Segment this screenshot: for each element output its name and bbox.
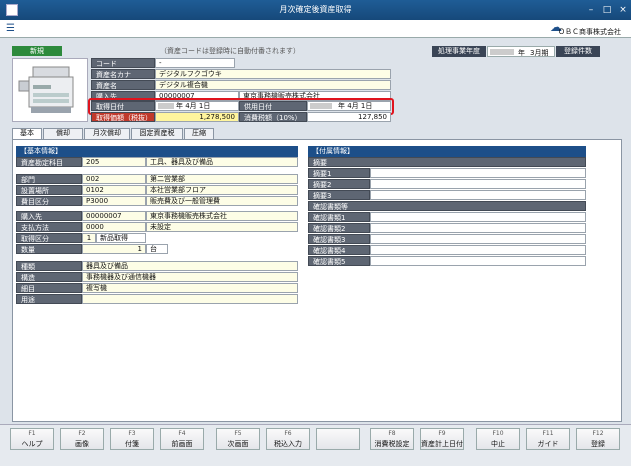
dept-name: 第二営業部 bbox=[146, 174, 298, 184]
qty-field[interactable]: 1 bbox=[82, 244, 146, 254]
payment-code[interactable]: 0000 bbox=[82, 222, 146, 232]
docs-header: 確認書類等 bbox=[308, 201, 586, 211]
doc-4-field[interactable] bbox=[370, 245, 586, 255]
doc-3-label: 確認書類3 bbox=[308, 234, 370, 244]
extra-info-header: 【付属情報】 bbox=[308, 146, 586, 157]
qty-unit: 台 bbox=[146, 244, 168, 254]
supplier-label: 購入先 bbox=[16, 211, 82, 221]
f3-sticky-button[interactable]: F3 付箋 bbox=[110, 428, 154, 450]
f11-guide-button[interactable]: F11 ガイド bbox=[526, 428, 570, 450]
account-code[interactable]: 205 bbox=[82, 157, 146, 167]
maximize-icon[interactable]: □ bbox=[601, 4, 613, 16]
close-icon[interactable]: × bbox=[617, 4, 629, 16]
f1-help-button[interactable]: F1 ヘルプ bbox=[10, 428, 54, 450]
year-suffix: 年 bbox=[518, 49, 525, 57]
memo-2-label: 摘要2 bbox=[308, 179, 370, 189]
f10-cancel-button[interactable]: F10 中止 bbox=[476, 428, 520, 450]
basic-info-header: 【基本情報】 bbox=[16, 146, 298, 157]
expense-name: 販売費及び一般管理費 bbox=[146, 196, 298, 206]
f8-taxset-button[interactable]: F8 消費税設定 bbox=[370, 428, 414, 450]
copier-icon bbox=[18, 66, 74, 113]
count-label: 登録件数 bbox=[556, 46, 600, 57]
tax-label: 消費税額（10%） bbox=[239, 112, 307, 122]
f9-postdate-button[interactable]: F9 資産計上日付 bbox=[420, 428, 464, 450]
kana-label: 資産名カナ bbox=[91, 69, 155, 79]
masked-year bbox=[490, 49, 514, 55]
app-icon bbox=[6, 4, 18, 16]
structure-field[interactable]: 事務機器及び通信機器 bbox=[82, 272, 298, 282]
doc-5-label: 確認書類5 bbox=[308, 256, 370, 266]
asset-image[interactable] bbox=[12, 58, 88, 122]
expense-code[interactable]: P3000 bbox=[82, 196, 146, 206]
expense-label: 費目区分 bbox=[16, 196, 82, 206]
f5-next-button[interactable]: F5 次画面 bbox=[216, 428, 260, 450]
acq-price-field[interactable]: 1,278,500 bbox=[155, 112, 239, 122]
supplier-name: 東京事務機販売株式会社 bbox=[146, 211, 298, 221]
new-badge: 新規 bbox=[12, 46, 62, 56]
location-code[interactable]: 0102 bbox=[82, 185, 146, 195]
kind-label: 種類 bbox=[16, 261, 82, 271]
tab-monthly-depreciation[interactable]: 月次償却 bbox=[84, 128, 130, 139]
payment-label: 支払方法 bbox=[16, 222, 82, 232]
dept-code[interactable]: 002 bbox=[82, 174, 146, 184]
memo-3-label: 摘要3 bbox=[308, 190, 370, 200]
name-label: 資産名 bbox=[91, 80, 155, 90]
usage-label: 用途 bbox=[16, 294, 82, 304]
doc-1-label: 確認書類1 bbox=[308, 212, 370, 222]
fiscal-year-field[interactable]: 年 3月期 bbox=[487, 46, 555, 57]
detail-field[interactable]: 複写機 bbox=[82, 283, 298, 293]
menu-icon[interactable]: ☰ bbox=[6, 23, 15, 34]
qty-label: 数量 bbox=[16, 244, 82, 254]
doc-1-field[interactable] bbox=[370, 212, 586, 222]
usage-field[interactable] bbox=[82, 294, 298, 304]
detail-label: 細目 bbox=[16, 283, 82, 293]
memo-header: 摘要 bbox=[308, 157, 586, 167]
name-field[interactable]: デジタル複合機 bbox=[155, 80, 391, 90]
account-label: 資産勘定科目 bbox=[16, 157, 82, 167]
doc-2-field[interactable] bbox=[370, 223, 586, 233]
structure-label: 構造 bbox=[16, 272, 82, 282]
kana-field[interactable]: デジタルフクゴウキ bbox=[155, 69, 391, 79]
kind-field[interactable]: 器具及び備品 bbox=[82, 261, 298, 271]
tab-compression[interactable]: 圧縮 bbox=[184, 128, 214, 139]
tab-depreciation[interactable]: 償却 bbox=[43, 128, 83, 139]
f12-register-button[interactable]: F12 登録 bbox=[576, 428, 620, 450]
doc-4-label: 確認書類4 bbox=[308, 245, 370, 255]
location-name: 本社営業部フロア bbox=[146, 185, 298, 195]
acq-type-name: 新品取得 bbox=[96, 233, 146, 243]
memo-3-field[interactable] bbox=[370, 190, 586, 200]
code-label: コード bbox=[91, 58, 155, 68]
f2-image-button[interactable]: F2 画像 bbox=[60, 428, 104, 450]
dept-label: 部門 bbox=[16, 174, 82, 184]
doc-2-label: 確認書類2 bbox=[308, 223, 370, 233]
auto-number-note: （資産コードは登録時に自動付番されます） bbox=[160, 47, 300, 55]
header-bar: ☰ ☁ ＯＢＣ商事株式会社 bbox=[0, 20, 631, 38]
acq-type-num[interactable]: 1 bbox=[82, 233, 96, 243]
company-name: ＯＢＣ商事株式会社 bbox=[558, 28, 621, 36]
location-label: 設置場所 bbox=[16, 185, 82, 195]
account-name: 工具、器具及び備品 bbox=[146, 157, 298, 167]
tax-field: 127,850 bbox=[307, 112, 391, 122]
payment-name: 未設定 bbox=[146, 222, 298, 232]
f6-taxin-button[interactable]: F6 税込入力 bbox=[266, 428, 310, 450]
memo-1-label: 摘要1 bbox=[308, 168, 370, 178]
supplier-code[interactable]: 00000007 bbox=[82, 211, 146, 221]
title-bar: 月次確定後資産取得 bbox=[0, 0, 631, 20]
fiscal-month: 3月期 bbox=[530, 49, 549, 57]
fiscal-year-label: 処理事業年度 bbox=[432, 46, 486, 57]
tab-property-tax[interactable]: 固定資産税 bbox=[131, 128, 183, 139]
code-field[interactable]: - bbox=[155, 58, 235, 68]
f7-blank-button[interactable] bbox=[316, 428, 360, 450]
memo-2-field[interactable] bbox=[370, 179, 586, 189]
window-title: 月次確定後資産取得 bbox=[279, 5, 352, 14]
f4-prev-button[interactable]: F4 前画面 bbox=[160, 428, 204, 450]
doc-3-field[interactable] bbox=[370, 234, 586, 244]
acq-type-label: 取得区分 bbox=[16, 233, 82, 243]
acq-price-label: 取得価額（税抜） bbox=[91, 112, 155, 122]
memo-1-field[interactable] bbox=[370, 168, 586, 178]
minimize-icon[interactable]: – bbox=[585, 4, 597, 16]
doc-5-field[interactable] bbox=[370, 256, 586, 266]
